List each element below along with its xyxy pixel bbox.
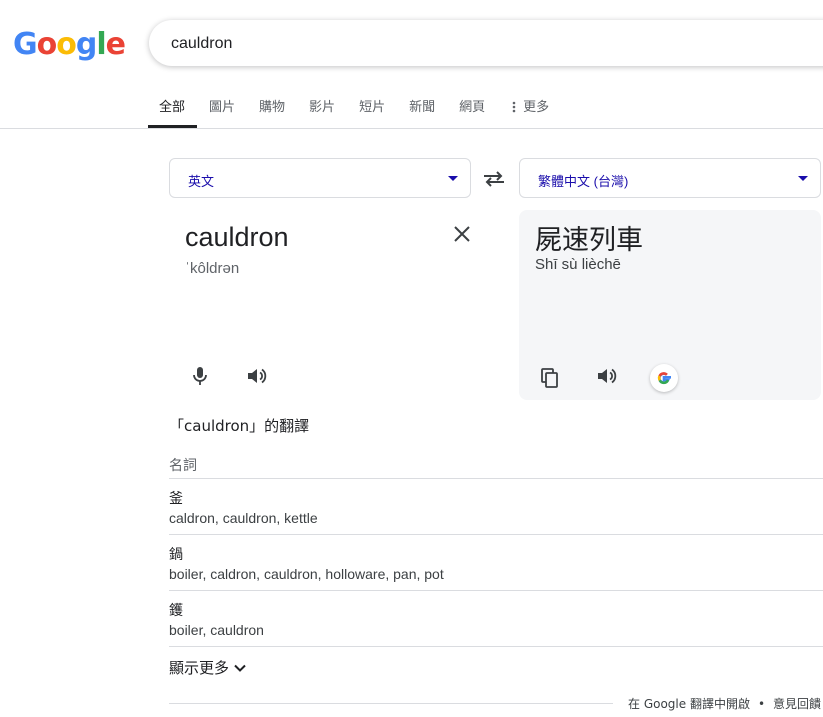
footer-divider [169, 703, 613, 704]
microphone-icon[interactable] [189, 365, 211, 387]
logo-letter: e [105, 27, 126, 62]
tab-news[interactable]: 新聞 [409, 98, 435, 128]
swap-languages-icon[interactable] [481, 168, 507, 190]
target-language-label: 繁體中文 (台灣) [538, 174, 629, 189]
show-more-label: 顯示更多 [169, 659, 230, 677]
logo-letter: o [36, 27, 58, 62]
tab-more-label: 更多 [523, 99, 550, 114]
part-of-speech: 名詞 [169, 458, 197, 474]
tab-all[interactable]: 全部 [148, 98, 198, 128]
translation-list: 釜 caldron, cauldron, kettle 鍋 boiler, ca… [169, 478, 823, 647]
feedback-link[interactable]: 意見回饋 [773, 697, 821, 711]
source-phonetic: ˈkôldrən [185, 260, 240, 277]
tab-web[interactable]: 網頁 [459, 98, 485, 128]
logo-letter: g [75, 27, 98, 62]
tab-videos[interactable]: 影片 [309, 98, 335, 128]
copy-icon[interactable] [539, 367, 561, 389]
google-logo[interactable]: Google [13, 27, 126, 62]
translation-word: 鍋 [169, 547, 183, 563]
caret-down-icon [798, 176, 808, 181]
tab-shopping[interactable]: 購物 [259, 98, 285, 128]
search-box[interactable] [149, 20, 823, 68]
tab-images[interactable]: 圖片 [209, 98, 235, 128]
translations-heading: 「cauldron」的翻譯 [169, 417, 310, 435]
header-divider [0, 128, 823, 129]
open-in-translate-link[interactable]: 在 Google 翻譯中開啟 [628, 697, 750, 711]
target-text: 屍速列車 [535, 225, 643, 256]
speaker-icon[interactable] [245, 365, 267, 387]
search-input[interactable] [169, 20, 773, 68]
search-tabs: 全部 圖片 購物 影片 短片 新聞 網頁 更多 [148, 98, 573, 128]
list-item: 鍋 boiler, caldron, cauldron, holloware, … [169, 534, 823, 590]
source-text[interactable]: cauldron [185, 222, 289, 253]
logo-letter: l [96, 27, 106, 62]
more-vert-icon [512, 101, 516, 113]
source-language-select[interactable]: 英文 [169, 158, 471, 198]
logo-letter: o [56, 27, 77, 62]
translation-synonyms: caldron, cauldron, kettle [169, 510, 318, 526]
caret-down-icon [448, 176, 458, 181]
footer-links: 在 Google 翻譯中開啟 • 意見回饋 [628, 695, 821, 712]
translation-synonyms: boiler, caldron, cauldron, holloware, pa… [169, 566, 444, 582]
translation-word: 鑊 [169, 603, 183, 619]
google-g-icon [657, 372, 671, 385]
tab-more[interactable]: 更多 [509, 98, 549, 128]
close-icon[interactable] [452, 224, 472, 244]
target-language-select[interactable]: 繁體中文 (台灣) [519, 158, 821, 198]
source-language-label: 英文 [188, 174, 215, 189]
translation-word: 釜 [169, 491, 183, 507]
translation-synonyms: boiler, cauldron [169, 622, 264, 638]
speaker-icon[interactable] [595, 365, 617, 387]
list-divider [169, 646, 823, 647]
show-more-button[interactable]: 顯示更多 [169, 657, 247, 678]
chevron-down-icon [234, 664, 246, 672]
target-romanization: Shī sù lièchē [535, 256, 621, 273]
logo-letter: G [13, 27, 38, 62]
list-item: 釜 caldron, cauldron, kettle [169, 478, 823, 534]
open-in-google-translate-button[interactable] [650, 364, 678, 392]
list-item: 鑊 boiler, cauldron [169, 590, 823, 646]
tab-short-videos[interactable]: 短片 [359, 98, 385, 128]
footer-separator: • [757, 697, 766, 711]
